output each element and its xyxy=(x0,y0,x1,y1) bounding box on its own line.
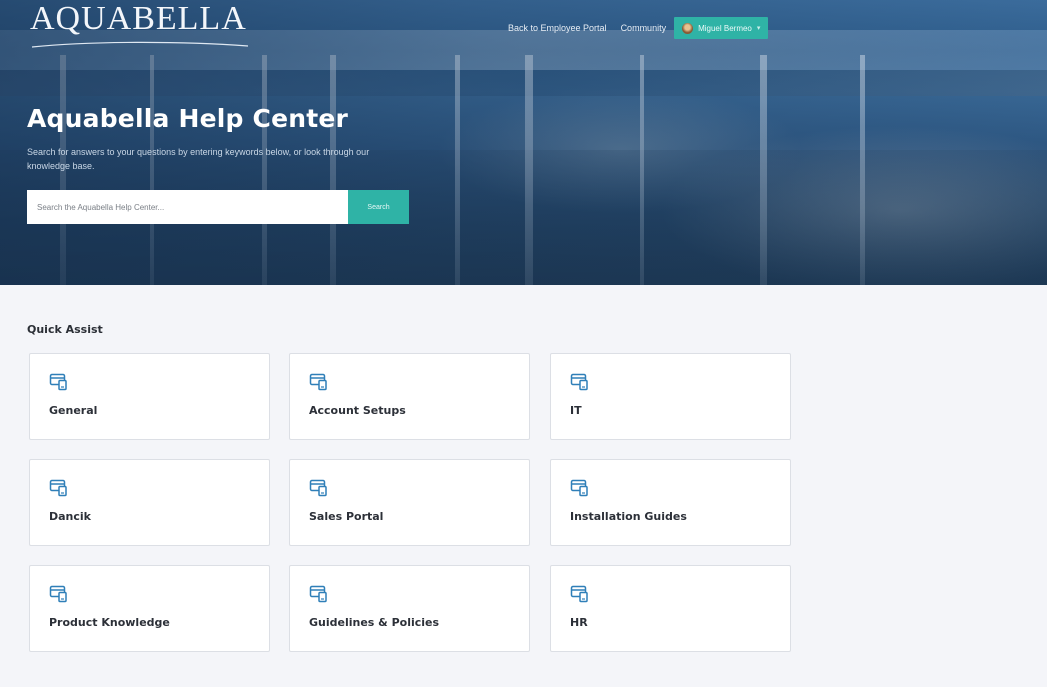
category-card-guidelines-policies[interactable]: Guidelines & Policies xyxy=(289,565,530,652)
logo-swash xyxy=(31,41,249,48)
portal-icon xyxy=(49,373,67,391)
category-label: Account Setups xyxy=(309,404,406,417)
category-card-it[interactable]: IT xyxy=(550,353,791,440)
portal-icon xyxy=(570,585,588,603)
category-card-installation-guides[interactable]: Installation Guides xyxy=(550,459,791,546)
page-title: Aquabella Help Center xyxy=(27,104,349,133)
quick-assist-title: Quick Assist xyxy=(27,323,103,336)
category-label: Dancik xyxy=(49,510,91,523)
category-card-dancik[interactable]: Dancik xyxy=(29,459,270,546)
category-card-product-knowledge[interactable]: Product Knowledge xyxy=(29,565,270,652)
category-label: Installation Guides xyxy=(570,510,687,523)
quick-assist-grid: General Account Setups IT Dancik Sales P… xyxy=(29,353,791,652)
back-to-portal-link[interactable]: Back to Employee Portal xyxy=(508,23,607,33)
portal-icon xyxy=(309,585,327,603)
portal-icon xyxy=(570,479,588,497)
category-label: General xyxy=(49,404,98,417)
community-link[interactable]: Community xyxy=(621,23,667,33)
portal-icon xyxy=(309,479,327,497)
user-menu-button[interactable]: Miguel Bermeo ▾ xyxy=(674,17,769,39)
category-card-sales-portal[interactable]: Sales Portal xyxy=(289,459,530,546)
category-label: Guidelines & Policies xyxy=(309,616,440,629)
category-card-general[interactable]: General xyxy=(29,353,270,440)
portal-icon xyxy=(49,479,67,497)
search-bar: Search xyxy=(27,190,409,224)
portal-icon xyxy=(309,373,327,391)
portal-icon xyxy=(570,373,588,391)
top-nav: Back to Employee Portal Community Miguel… xyxy=(508,17,769,39)
category-label: IT xyxy=(570,404,582,417)
category-label: HR xyxy=(570,616,588,629)
page-subtitle: Search for answers to your questions by … xyxy=(27,147,370,171)
avatar xyxy=(682,22,694,34)
chevron-down-icon: ▾ xyxy=(756,25,761,32)
hero-banner: AQUABELLA Back to Employee Portal Commun… xyxy=(0,0,1047,285)
user-name: Miguel Bermeo xyxy=(698,23,752,33)
category-label: Product Knowledge xyxy=(49,616,170,629)
search-button[interactable]: Search xyxy=(348,190,409,224)
logo[interactable]: AQUABELLA xyxy=(30,2,247,36)
search-input[interactable] xyxy=(27,190,348,224)
portal-icon xyxy=(49,585,67,603)
category-card-account-setups[interactable]: Account Setups xyxy=(289,353,530,440)
category-card-hr[interactable]: HR xyxy=(550,565,791,652)
category-label: Sales Portal xyxy=(309,510,384,523)
